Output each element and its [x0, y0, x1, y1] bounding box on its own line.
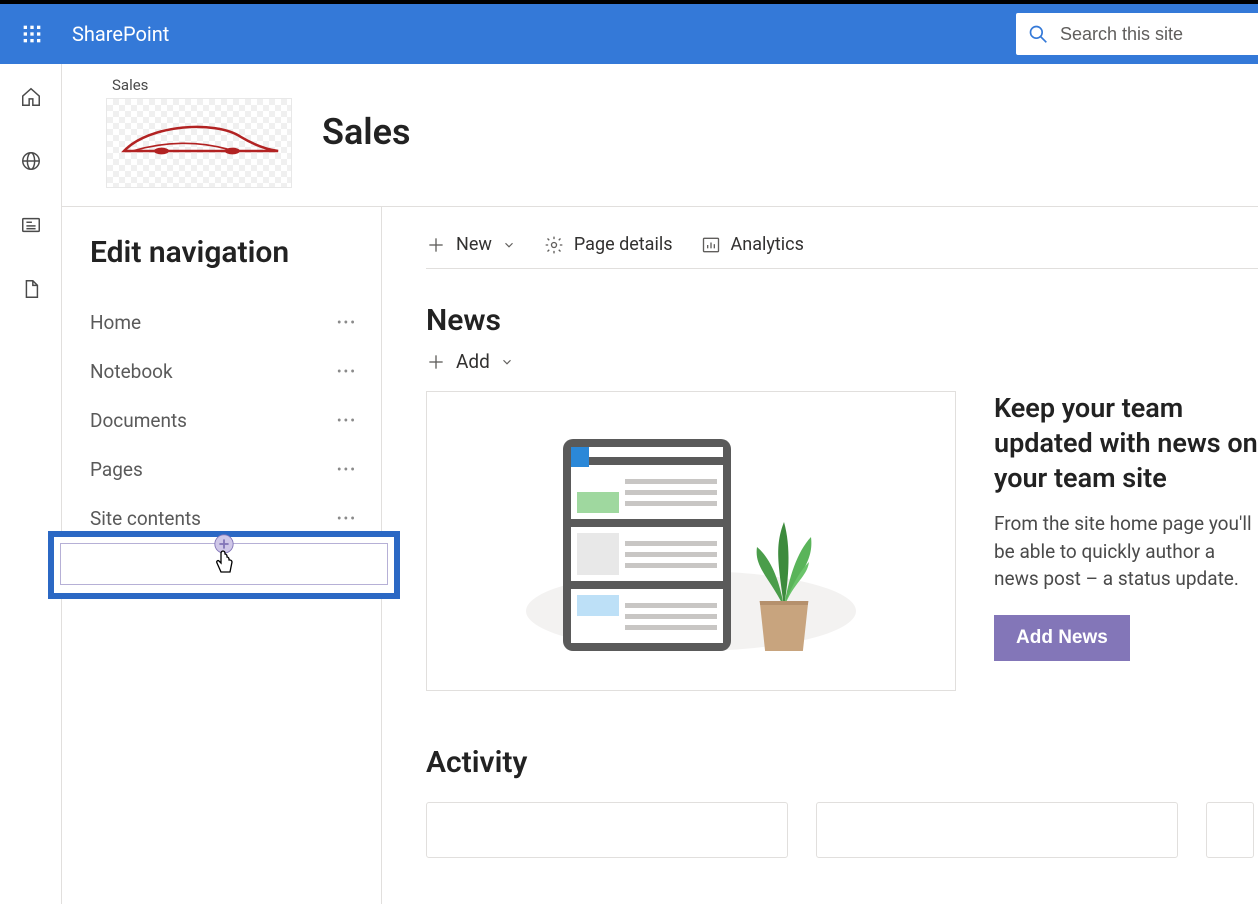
- more-icon[interactable]: •••: [337, 315, 357, 331]
- plus-icon: [426, 352, 446, 372]
- search-box[interactable]: [1016, 13, 1258, 55]
- site-logo-image: [114, 116, 284, 170]
- nav-item-pages[interactable]: Pages •••: [90, 445, 357, 494]
- edit-navigation-heading: Edit navigation: [90, 235, 357, 270]
- globe-icon[interactable]: [20, 150, 42, 172]
- activity-card[interactable]: [426, 802, 788, 858]
- nav-item-home[interactable]: Home •••: [90, 298, 357, 347]
- chevron-down-icon: [502, 238, 516, 252]
- plus-icon: [426, 235, 446, 255]
- main-content: New Page details Analytics News Ad: [382, 207, 1258, 904]
- waffle-icon: [22, 24, 42, 44]
- more-icon[interactable]: •••: [337, 511, 357, 527]
- cursor-hand-icon: [211, 550, 237, 584]
- more-icon[interactable]: •••: [337, 462, 357, 478]
- news-illustration: [526, 431, 856, 651]
- nav-item-documents[interactable]: Documents •••: [90, 396, 357, 445]
- activity-section-title: Activity: [426, 745, 1258, 780]
- add-news-dropdown[interactable]: Add: [426, 350, 1258, 373]
- more-icon[interactable]: •••: [337, 364, 357, 380]
- activity-row: [426, 802, 1258, 858]
- analytics-button[interactable]: Analytics: [701, 234, 804, 255]
- edit-navigation-panel: Edit navigation Home ••• Notebook ••• Do…: [62, 207, 382, 904]
- activity-card[interactable]: [1206, 802, 1254, 858]
- file-icon[interactable]: [20, 278, 42, 300]
- news-promo-body: From the site home page you'll be able t…: [994, 510, 1258, 593]
- page-details-label: Page details: [574, 234, 673, 255]
- more-icon[interactable]: •••: [337, 413, 357, 429]
- news-section-title: News: [426, 303, 1258, 338]
- site-title: Sales: [322, 111, 411, 153]
- gear-icon: [544, 235, 564, 255]
- chevron-down-icon: [500, 355, 514, 369]
- analytics-icon: [701, 235, 721, 255]
- news-promo-title: Keep your team updated with news on your…: [994, 391, 1258, 496]
- activity-card[interactable]: [816, 802, 1178, 858]
- nav-item-label: Pages: [90, 458, 143, 481]
- breadcrumb[interactable]: Sales: [112, 76, 292, 94]
- suite-header: SharePoint: [0, 4, 1258, 64]
- nav-item-label: Site contents: [90, 507, 201, 530]
- site-logo[interactable]: [106, 98, 292, 188]
- site-header: Sales Sales: [62, 64, 1258, 207]
- analytics-label: Analytics: [731, 234, 804, 255]
- new-button[interactable]: New: [426, 234, 516, 255]
- nav-item-label: Notebook: [90, 360, 173, 383]
- add-nav-link-dropzone[interactable]: [48, 531, 400, 599]
- add-news-label: Add: [456, 350, 490, 373]
- search-icon: [1028, 24, 1048, 44]
- page-details-button[interactable]: Page details: [544, 234, 673, 255]
- home-icon[interactable]: [20, 86, 42, 108]
- search-input[interactable]: [1060, 24, 1246, 45]
- brand-name[interactable]: SharePoint: [72, 22, 169, 46]
- news-icon[interactable]: [20, 214, 42, 236]
- nav-item-notebook[interactable]: Notebook •••: [90, 347, 357, 396]
- nav-item-label: Documents: [90, 409, 187, 432]
- vertical-app-rail: [0, 64, 62, 904]
- add-news-button[interactable]: Add News: [994, 615, 1130, 661]
- app-launcher-button[interactable]: [12, 14, 52, 54]
- nav-item-label: Home: [90, 311, 141, 334]
- news-placeholder-card: [426, 391, 956, 691]
- new-button-label: New: [456, 234, 492, 255]
- command-bar: New Page details Analytics: [426, 221, 1258, 269]
